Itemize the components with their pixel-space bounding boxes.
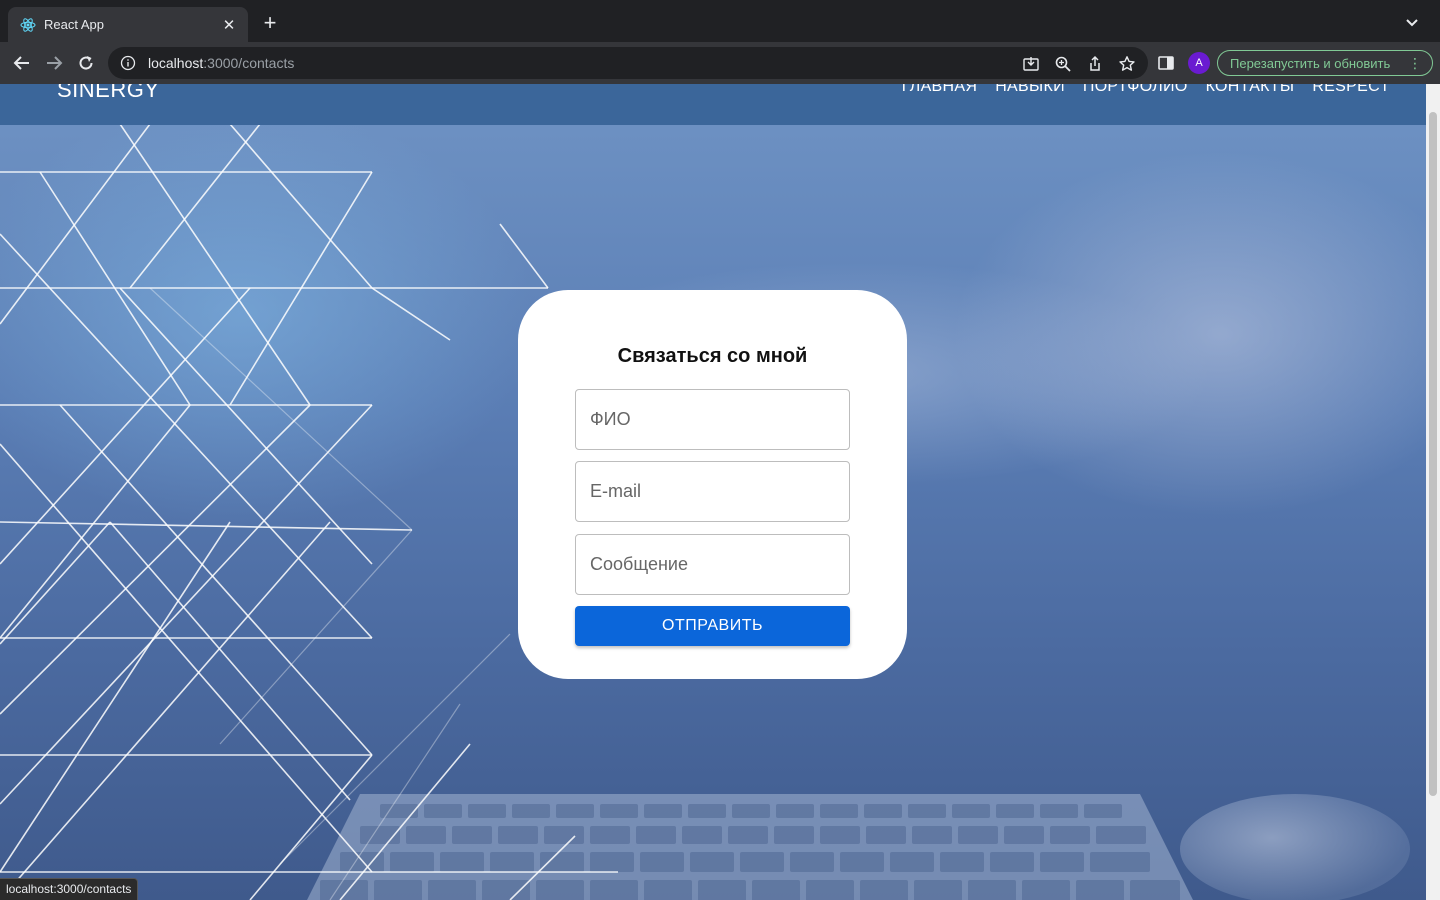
contact-form-card: Связаться со мной ОТПРАВИТЬ (518, 290, 907, 679)
profile-avatar[interactable]: A (1188, 52, 1210, 74)
zoom-icon[interactable] (1054, 55, 1072, 73)
nav-link-portfolio[interactable]: ПОРТФОЛИО (1083, 84, 1188, 96)
reload-button[interactable] (74, 51, 98, 75)
close-tab-icon[interactable]: ✕ (220, 16, 238, 34)
url-text: localhost:3000/contacts (148, 55, 294, 71)
arrow-right-icon (47, 56, 63, 70)
nav-link-respect[interactable]: RESPECT (1312, 84, 1390, 96)
chevron-down-icon[interactable] (1404, 14, 1420, 30)
main-nav: ГЛАВНАЯ НАВЫКИ ПОРТФОЛИО КОНТАКТЫ RESPEC… (902, 84, 1390, 96)
new-tab-button[interactable]: + (258, 12, 282, 36)
submit-button[interactable]: ОТПРАВИТЬ (575, 606, 850, 646)
nav-link-home[interactable]: ГЛАВНАЯ (902, 84, 978, 96)
share-icon[interactable] (1086, 55, 1104, 73)
install-icon[interactable] (1022, 55, 1040, 73)
relaunch-update-button[interactable]: Перезапустить и обновить ⋮ (1217, 50, 1433, 76)
address-bar[interactable]: localhost:3000/contacts (108, 47, 1148, 79)
nav-link-contacts[interactable]: КОНТАКТЫ (1206, 84, 1295, 96)
url-host: localhost (148, 55, 204, 71)
reload-icon (79, 56, 93, 70)
forward-button[interactable] (42, 51, 66, 75)
page-viewport: SINERGY ГЛАВНАЯ НАВЫКИ ПОРТФОЛИО КОНТАКТ… (0, 84, 1440, 900)
arrow-left-icon (13, 56, 29, 70)
relaunch-update-label: Перезапустить и обновить (1230, 55, 1391, 71)
tab-title: React App (44, 17, 104, 32)
react-logo-icon (20, 17, 36, 33)
page-scrollbar[interactable] (1426, 84, 1440, 900)
scrollbar-thumb[interactable] (1429, 112, 1437, 796)
more-vert-icon[interactable]: ⋮ (1408, 55, 1422, 71)
browser-toolbar: localhost:3000/contacts A Перезапустить … (0, 42, 1440, 84)
mouse-image (1180, 794, 1410, 900)
form-title: Связаться со мной (617, 345, 808, 367)
message-input[interactable] (575, 534, 850, 595)
side-panel-icon[interactable] (1157, 54, 1175, 72)
info-icon[interactable] (120, 55, 136, 71)
email-input[interactable] (575, 461, 850, 522)
bookmark-star-icon[interactable] (1118, 55, 1136, 73)
tab-strip: React App ✕ + (0, 0, 1440, 42)
status-bar-url: localhost:3000/contacts (0, 878, 139, 900)
url-path: :3000/contacts (203, 55, 295, 71)
back-button[interactable] (10, 51, 34, 75)
browser-tab[interactable]: React App ✕ (8, 7, 248, 42)
site-header: SINERGY ГЛАВНАЯ НАВЫКИ ПОРТФОЛИО КОНТАКТ… (0, 84, 1426, 125)
nav-link-skills[interactable]: НАВЫКИ (995, 84, 1065, 96)
brand-logo[interactable]: SINERGY (57, 84, 160, 103)
full-name-input[interactable] (575, 389, 850, 450)
